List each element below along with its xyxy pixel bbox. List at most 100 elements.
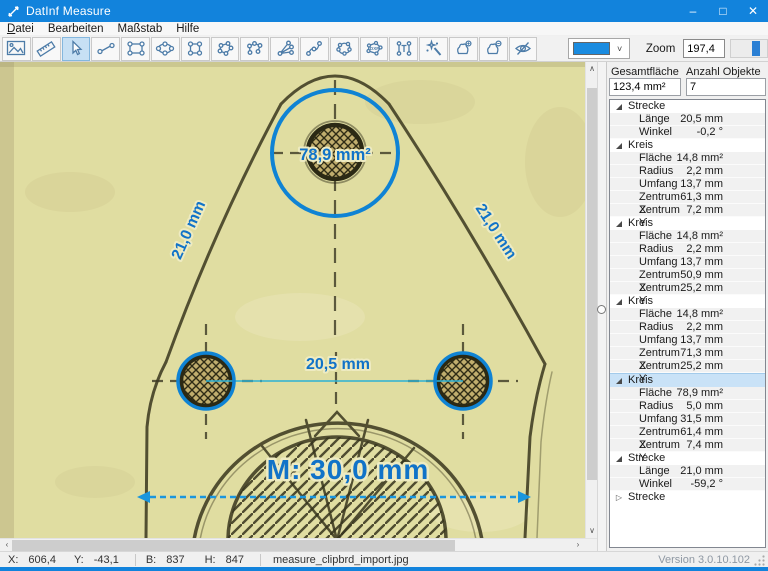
menu-hilfe[interactable]: Hilfe bbox=[169, 22, 206, 36]
tree-row-radius[interactable]: Radius2,2 mm bbox=[610, 165, 765, 178]
tree-group-strecke-6[interactable]: ▷Strecke bbox=[610, 491, 765, 504]
tree-row-umfang[interactable]: Umfang13,7 mm bbox=[610, 334, 765, 347]
tree-row-zentrum-x[interactable]: Zentrum X61,4 mm bbox=[610, 426, 765, 439]
menu-massstab[interactable]: Maßstab bbox=[110, 22, 169, 36]
measure-freehand-button[interactable] bbox=[330, 37, 359, 61]
expanded-triangle-icon[interactable] bbox=[615, 104, 623, 110]
tree-row-zentrum-y[interactable]: Zentrum Y7,4 mm bbox=[610, 439, 765, 452]
tree-row-radius[interactable]: Radius2,2 mm bbox=[610, 321, 765, 334]
menu-datei[interactable]: Datei bbox=[0, 22, 41, 36]
tree-group-kreis-4[interactable]: Kreis bbox=[610, 373, 765, 387]
tree-row-fläche[interactable]: Fläche14,8 mm² bbox=[610, 230, 765, 243]
tree-row-winkel[interactable]: Winkel-59,2 ° bbox=[610, 478, 765, 491]
expanded-triangle-icon[interactable] bbox=[615, 143, 623, 149]
expanded-triangle-icon[interactable] bbox=[615, 221, 623, 227]
color-dropdown[interactable]: ˅ bbox=[568, 38, 630, 59]
tree-row-winkel[interactable]: Winkel-0,2 ° bbox=[610, 126, 765, 139]
tree-group-kreis-2[interactable]: Kreis bbox=[610, 217, 765, 230]
tree-row-fläche[interactable]: Fläche14,8 mm² bbox=[610, 152, 765, 165]
vertical-scrollbar-thumb[interactable] bbox=[587, 88, 597, 480]
tree-row-zentrum-x[interactable]: Zentrum X50,9 mm bbox=[610, 269, 765, 282]
measure-polyline-button[interactable] bbox=[300, 37, 329, 61]
minimize-button[interactable]: – bbox=[678, 0, 708, 22]
measure-line-button[interactable] bbox=[91, 37, 120, 61]
text-tool-icon bbox=[394, 39, 414, 58]
region-minus-icon bbox=[483, 39, 503, 58]
tree-row-länge[interactable]: Länge20,5 mm bbox=[610, 113, 765, 126]
tree-row-value: -0,2 ° bbox=[697, 126, 723, 138]
add-region-button[interactable] bbox=[449, 37, 478, 61]
open-image-button[interactable] bbox=[2, 37, 31, 61]
status-height-value: 847 bbox=[226, 554, 244, 566]
select-cursor-button[interactable] bbox=[62, 37, 91, 61]
tree-row-value: 7,4 mm bbox=[686, 439, 723, 451]
measurement-canvas[interactable]: 78,9 mm² 21,0 mm 21,0 mm 20,5 mm M: 30,0… bbox=[0, 62, 585, 538]
tree-row-label: Umfang bbox=[639, 413, 680, 425]
tree-row-zentrum-x[interactable]: Zentrum X61,3 mm bbox=[610, 191, 765, 204]
measure-polygon-button[interactable] bbox=[211, 37, 240, 61]
measure-ellipse-button[interactable] bbox=[151, 37, 180, 61]
tree-row-umfang[interactable]: Umfang13,7 mm bbox=[610, 256, 765, 269]
horizontal-scrollbar-thumb[interactable] bbox=[12, 540, 455, 551]
tree-row-zentrum-y[interactable]: Zentrum Y25,2 mm bbox=[610, 360, 765, 373]
tree-row-fläche[interactable]: Fläche14,8 mm² bbox=[610, 308, 765, 321]
line-segment-icon bbox=[96, 39, 116, 58]
tree-row-label: Zentrum X bbox=[639, 426, 680, 438]
expanded-triangle-icon[interactable] bbox=[615, 456, 623, 462]
object-count-field[interactable] bbox=[686, 78, 766, 96]
expanded-triangle-icon[interactable] bbox=[615, 378, 623, 384]
scroll-left-icon[interactable]: ‹ bbox=[2, 539, 12, 551]
tree-row-länge[interactable]: Länge21,0 mm bbox=[610, 465, 765, 478]
tree-group-kreis-3[interactable]: Kreis bbox=[610, 295, 765, 308]
text-label-button[interactable] bbox=[389, 37, 418, 61]
cursor-icon bbox=[66, 39, 86, 58]
vertical-scrollbar[interactable]: ∧ ∨ bbox=[585, 62, 597, 538]
zoom-slider-thumb[interactable] bbox=[752, 41, 760, 56]
measure-square-button[interactable] bbox=[181, 37, 210, 61]
collapsed-triangle-icon[interactable]: ▷ bbox=[615, 494, 623, 502]
export-dxf-button[interactable]: DXF bbox=[360, 37, 389, 61]
eye-slash-icon bbox=[513, 39, 533, 58]
svg-text:DXF: DXF bbox=[370, 46, 379, 51]
total-area-field[interactable] bbox=[609, 78, 681, 96]
menu-bearbeiten[interactable]: Bearbeiten bbox=[41, 22, 111, 36]
image-icon bbox=[6, 39, 26, 58]
tree-group-strecke-0[interactable]: Strecke bbox=[610, 100, 765, 113]
tree-group-strecke-5[interactable]: Strecke bbox=[610, 452, 765, 465]
horizontal-scrollbar[interactable]: ‹ › bbox=[0, 538, 597, 551]
tree-row-umfang[interactable]: Umfang13,7 mm bbox=[610, 178, 765, 191]
maximize-button[interactable]: □ bbox=[708, 0, 738, 22]
panel-splitter[interactable] bbox=[597, 62, 607, 551]
expanded-triangle-icon[interactable] bbox=[615, 299, 623, 305]
tree-group-kreis-1[interactable]: Kreis bbox=[610, 139, 765, 152]
tree-row-label: Zentrum Y bbox=[639, 439, 686, 451]
scale-ruler-button[interactable] bbox=[32, 37, 61, 61]
splitter-grip[interactable] bbox=[597, 305, 606, 314]
square-nodes-icon bbox=[185, 39, 205, 58]
zoom-input[interactable] bbox=[683, 39, 725, 58]
measure-open-polygon-button[interactable] bbox=[240, 37, 269, 61]
tree-row-fläche[interactable]: Fläche78,9 mm² bbox=[610, 387, 765, 400]
tree-row-radius[interactable]: Radius5,0 mm bbox=[610, 400, 765, 413]
tree-row-zentrum-y[interactable]: Zentrum Y7,2 mm bbox=[610, 204, 765, 217]
close-button[interactable]: ✕ bbox=[738, 0, 768, 22]
magic-wand-button[interactable] bbox=[419, 37, 448, 61]
resize-grip-icon[interactable] bbox=[754, 554, 766, 566]
tree-row-umfang[interactable]: Umfang31,5 mm bbox=[610, 413, 765, 426]
tree-row-value: 71,3 mm bbox=[680, 347, 723, 359]
scroll-right-icon[interactable]: › bbox=[573, 539, 583, 551]
tree-row-label: Winkel bbox=[639, 478, 690, 490]
zoom-slider[interactable] bbox=[730, 39, 768, 58]
open-polygon-icon bbox=[245, 39, 265, 58]
subtract-region-button[interactable] bbox=[479, 37, 508, 61]
tree-row-radius[interactable]: Radius2,2 mm bbox=[610, 243, 765, 256]
measure-rectangle-button[interactable] bbox=[121, 37, 150, 61]
tree-row-zentrum-y[interactable]: Zentrum Y25,2 mm bbox=[610, 282, 765, 295]
tree-row-zentrum-x[interactable]: Zentrum X71,3 mm bbox=[610, 347, 765, 360]
tree-row-value: 7,2 mm bbox=[686, 204, 723, 216]
measurement-tree[interactable]: StreckeLänge20,5 mmWinkel-0,2 °KreisFläc… bbox=[609, 99, 766, 548]
measure-angle-fan-button[interactable] bbox=[270, 37, 299, 61]
tree-row-label: Winkel bbox=[639, 126, 697, 138]
tree-row-label: Länge bbox=[639, 113, 680, 125]
hide-measurements-button[interactable] bbox=[509, 37, 538, 61]
